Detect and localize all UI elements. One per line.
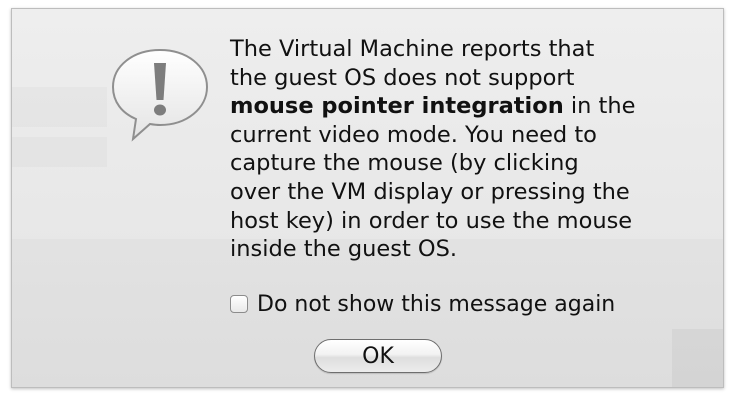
message-line-rest: in the [563,93,636,120]
message-line: mouse pointer integration in the [230,92,710,121]
exclamation-speech-bubble-icon [111,48,209,142]
message-line: inside the guest OS. [230,236,458,263]
dont-show-again-checkbox[interactable] [230,295,248,313]
dont-show-again-row[interactable]: Do not show this message again [230,289,615,319]
dont-show-again-label[interactable]: Do not show this message again [257,292,615,317]
background-artifact [672,329,723,387]
message-line: current video mode. You need to [230,121,597,148]
alert-message: The Virtual Machine reports that the gue… [230,35,710,264]
message-line: the guest OS does not support [230,64,575,91]
background-artifact [12,87,107,127]
message-line: capture the mouse (by clicking [230,150,579,177]
message-line: over the VM display or pressing the [230,178,630,205]
message-line: The Virtual Machine reports that [230,36,595,62]
ok-button[interactable]: OK [314,339,442,373]
message-line: host key) in order to use the mouse [230,207,633,234]
alert-dialog: The Virtual Machine reports that the gue… [11,8,724,388]
message-emphasis: mouse pointer integration [230,93,564,120]
background-artifact [12,137,107,167]
